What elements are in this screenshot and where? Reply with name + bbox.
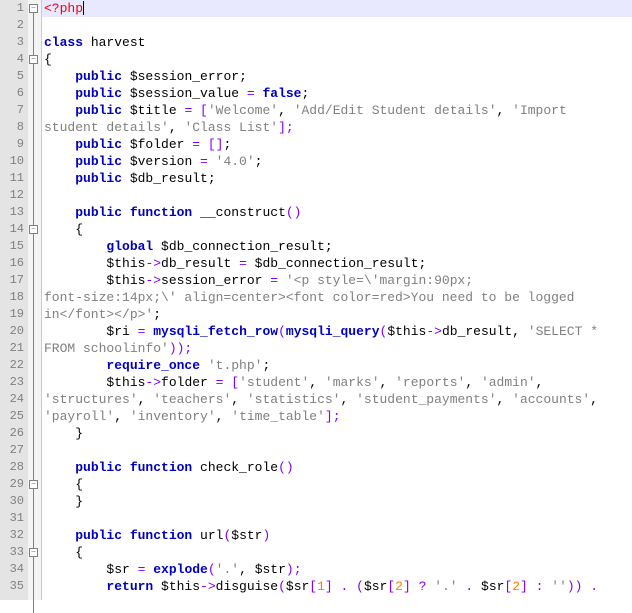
code-line: require_once 't.php';	[42, 357, 632, 374]
code-line: in</font></p>';	[42, 306, 632, 323]
code-line: public $folder = [];	[42, 136, 632, 153]
code-line: $ri = mysqli_fetch_row(mysqli_query($thi…	[42, 323, 632, 340]
code-line: global $db_connection_result;	[42, 238, 632, 255]
code-line: 'structures', 'teachers', 'statistics', …	[42, 391, 632, 408]
code-line: font-size:14px;\' align=center><font col…	[42, 289, 632, 306]
fold-marker[interactable]: −	[29, 548, 38, 557]
code-line: {	[42, 544, 632, 561]
code-editor-area[interactable]: <?php class harvest { public $session_er…	[42, 0, 632, 600]
code-line: public $session_error;	[42, 68, 632, 85]
code-line: {	[42, 221, 632, 238]
code-line: }	[42, 425, 632, 442]
code-line: {	[42, 476, 632, 493]
fold-marker[interactable]: −	[29, 4, 38, 13]
fold-marker[interactable]: −	[29, 225, 38, 234]
fold-marker[interactable]: −	[29, 480, 38, 489]
fold-marker[interactable]: −	[29, 55, 38, 64]
code-line: $this->db_result = $db_connection_result…	[42, 255, 632, 272]
code-line: public $version = '4.0';	[42, 153, 632, 170]
code-line: public $session_value = false;	[42, 85, 632, 102]
code-line: $this->folder = ['student', 'marks', 're…	[42, 374, 632, 391]
code-line: public function url($str)	[42, 527, 632, 544]
code-line: public $title = ['Welcome', 'Add/Edit St…	[42, 102, 632, 119]
code-line: {	[42, 51, 632, 68]
code-line	[42, 17, 632, 34]
code-line: class harvest	[42, 34, 632, 51]
code-line: public function __construct()	[42, 204, 632, 221]
code-line: $this->session_error = '<p style=\'margi…	[42, 272, 632, 289]
code-line: FROM schoolinfo'));	[42, 340, 632, 357]
code-line: public function check_role()	[42, 459, 632, 476]
text-cursor	[83, 1, 84, 15]
code-line: }	[42, 493, 632, 510]
code-line: $sr = explode('.', $str);	[42, 561, 632, 578]
fold-column: − − − − −	[28, 0, 42, 600]
code-line: student details', 'Class List'];	[42, 119, 632, 136]
code-line	[42, 442, 632, 459]
code-line: <?php	[42, 0, 632, 17]
code-line	[42, 510, 632, 527]
code-line: 'payroll', 'inventory', 'time_table'];	[42, 408, 632, 425]
code-line	[42, 187, 632, 204]
line-number-gutter: 1234567891011121314151617181920212223242…	[0, 0, 28, 600]
code-line: public $db_result;	[42, 170, 632, 187]
code-line: return $this->disguise($sr[1] . ($sr[2] …	[42, 578, 632, 595]
